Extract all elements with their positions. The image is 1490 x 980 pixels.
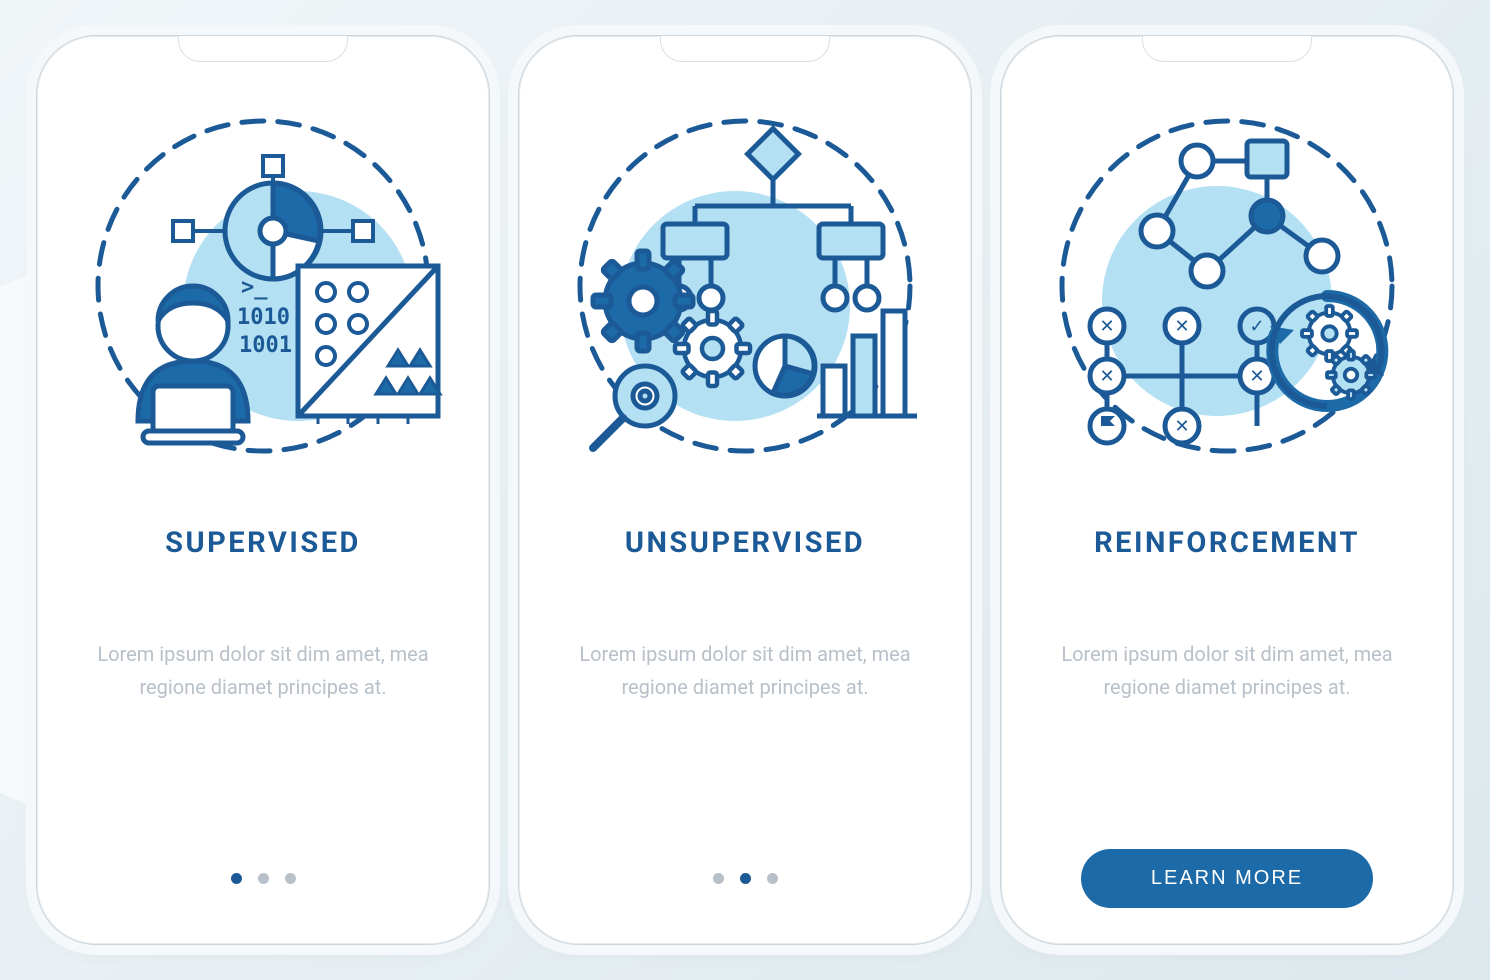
- reinforcement-learning-icon: ✕ ✕ ✓ ✕ ✕ ✕: [1047, 106, 1407, 466]
- page-dot-2[interactable]: [740, 873, 751, 884]
- phone-notch: [660, 36, 830, 62]
- phone-notch: [178, 36, 348, 62]
- screen-body: Lorem ipsum dolor sit dim amet, mea regi…: [1057, 638, 1397, 704]
- learn-more-button[interactable]: LEARN MORE: [1081, 849, 1373, 908]
- page-dot-1[interactable]: [231, 873, 242, 884]
- phone-notch: [1142, 36, 1312, 62]
- svg-text:✓: ✓: [1249, 316, 1264, 337]
- screen-body: Lorem ipsum dolor sit dim amet, mea regi…: [575, 638, 915, 704]
- footer: [553, 846, 937, 910]
- phone-supervised: >_ 1010 1001 SUPERVISED Lorem ipsum dolo…: [36, 35, 490, 945]
- svg-text:>_: >_: [241, 275, 268, 300]
- svg-text:✕: ✕: [1174, 416, 1189, 437]
- footer: [71, 846, 455, 910]
- phone-reinforcement: ✕ ✕ ✓ ✕ ✕ ✕: [1000, 35, 1454, 945]
- svg-text:✕: ✕: [1249, 366, 1264, 387]
- svg-text:✕: ✕: [1174, 316, 1189, 337]
- screen-title: SUPERVISED: [165, 526, 361, 560]
- screen-body: Lorem ipsum dolor sit dim amet, mea regi…: [93, 638, 433, 704]
- svg-text:1001: 1001: [239, 333, 292, 358]
- supervised-learning-icon: >_ 1010 1001: [83, 106, 443, 466]
- page-dot-3[interactable]: [285, 873, 296, 884]
- footer: LEARN MORE: [1035, 846, 1419, 910]
- page-dots: [713, 873, 778, 884]
- unsupervised-learning-icon: [565, 106, 925, 466]
- page-dots: [231, 873, 296, 884]
- svg-text:1010: 1010: [237, 305, 290, 330]
- stage: >_ 1010 1001 SUPERVISED Lorem ipsum dolo…: [0, 0, 1490, 980]
- phone-unsupervised: UNSUPERVISED Lorem ipsum dolor sit dim a…: [518, 35, 972, 945]
- page-dot-2[interactable]: [258, 873, 269, 884]
- screen-title: UNSUPERVISED: [625, 526, 865, 560]
- svg-text:✕: ✕: [1099, 366, 1114, 387]
- svg-text:✕: ✕: [1099, 316, 1114, 337]
- screen-title: REINFORCEMENT: [1094, 526, 1360, 560]
- page-dot-3[interactable]: [767, 873, 778, 884]
- page-dot-1[interactable]: [713, 873, 724, 884]
